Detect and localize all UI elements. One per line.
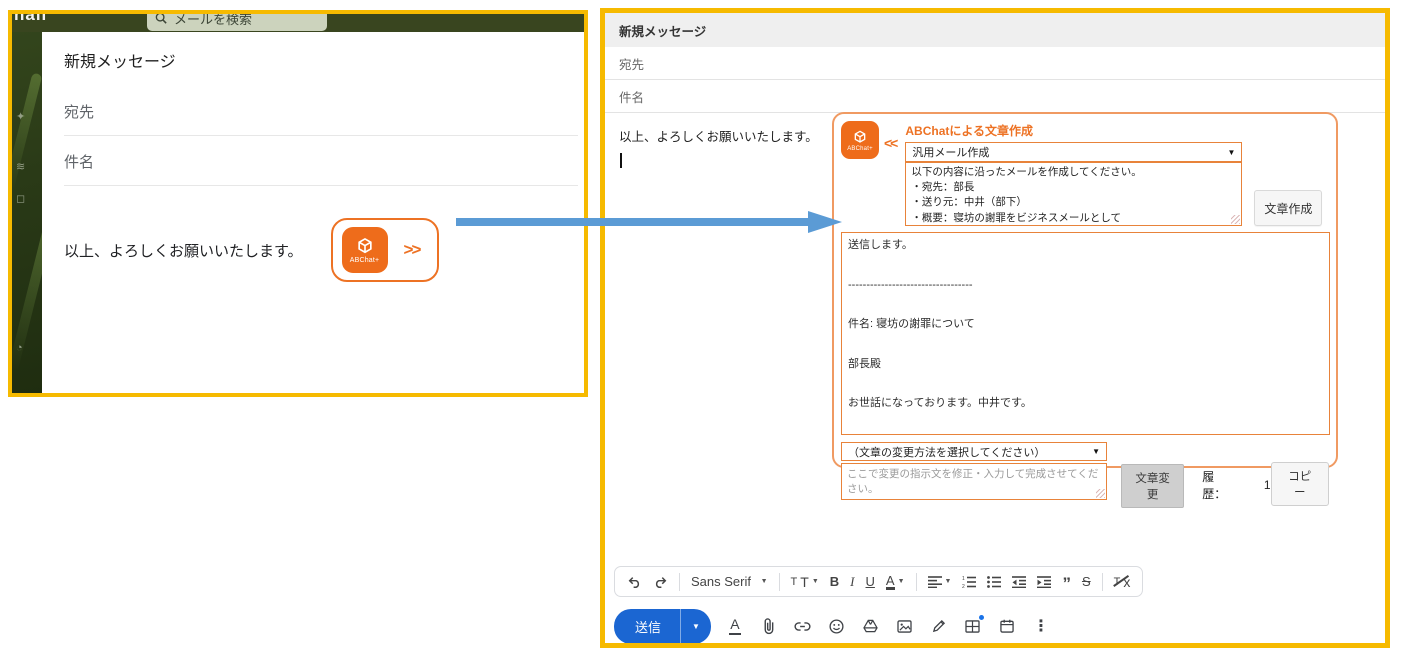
- abchat-app-icon: ABChat+: [342, 227, 388, 273]
- copy-button[interactable]: コピー: [1271, 462, 1329, 506]
- modify-method-select[interactable]: （文章の変更方法を選択してください） ▼: [841, 442, 1107, 461]
- abchat-app-icon: ABChat+: [841, 121, 879, 159]
- bulleted-list-icon[interactable]: [987, 576, 1001, 588]
- chevron-down-icon: ▼: [945, 578, 952, 585]
- quote-icon[interactable]: ”: [1062, 581, 1071, 588]
- redo-icon[interactable]: [653, 575, 668, 589]
- compose-title: 新規メッセージ: [64, 32, 578, 86]
- font-size-select[interactable]: TT▼: [791, 574, 819, 590]
- modify-instruction-textarea[interactable]: [841, 463, 1107, 500]
- send-button[interactable]: 送信 ▼: [614, 609, 711, 644]
- notification-dot: [979, 615, 984, 620]
- gmail-sidebar-fragment: ✦ ≋ ◻ ◔: [12, 32, 42, 393]
- insert-photo-icon[interactable]: [895, 615, 915, 637]
- attach-file-icon[interactable]: [759, 615, 779, 637]
- modify-method-value: （文章の変更方法を選択してください）: [848, 444, 1045, 460]
- abchat-icon-label: ABChat+: [847, 146, 873, 152]
- svg-text:2: 2: [962, 584, 965, 588]
- send-row: 送信 ▼ A ⋮: [614, 608, 1051, 644]
- align-icon[interactable]: ▼: [928, 576, 952, 588]
- compose-title: 新規メッセージ: [605, 13, 1385, 47]
- compose-window: 新規メッセージ 宛先 件名 以上、よろしくお願いいたします。 ABChat+ <…: [605, 13, 1385, 643]
- expand-chevrons[interactable]: >>: [404, 240, 420, 260]
- insert-emoji-icon[interactable]: [827, 615, 847, 637]
- text-cursor: [620, 153, 622, 168]
- abchat-launcher-button[interactable]: ABChat+ >>: [331, 218, 440, 282]
- table-icon[interactable]: [963, 615, 983, 637]
- numbered-list-icon[interactable]: 12: [962, 576, 976, 588]
- subject-field[interactable]: 件名: [64, 136, 578, 186]
- formatting-toolbar: Sans Serif ▼ TT▼ B I U A▼ ▼ 12 ” S Tx: [614, 566, 1143, 597]
- to-field[interactable]: 宛先: [64, 86, 578, 136]
- strikethrough-icon[interactable]: S: [1082, 574, 1091, 589]
- indent-decrease-icon[interactable]: [1012, 576, 1026, 588]
- formatting-options-icon[interactable]: A: [725, 615, 745, 637]
- sidebar-glyph: ◻: [16, 192, 25, 205]
- sidebar-glyph: ◔: [16, 342, 23, 354]
- indent-increase-icon[interactable]: [1037, 576, 1051, 588]
- cube-icon: [355, 236, 375, 256]
- generate-button[interactable]: 文章作成: [1254, 190, 1322, 226]
- undo-icon[interactable]: [627, 575, 642, 589]
- to-field[interactable]: 宛先: [605, 47, 1385, 80]
- template-select-value: 汎用メール作成: [912, 144, 989, 160]
- send-label[interactable]: 送信: [614, 609, 680, 644]
- bold-icon[interactable]: B: [830, 574, 839, 589]
- tutorial-canvas: nail メールを検索 ✦ ≋ ◻ ◔ 新規メッセージ 宛先 件名 以上、よろし…: [0, 0, 1409, 653]
- gmail-background-topbar: nail メールを検索: [12, 14, 584, 32]
- text-color-icon[interactable]: A▼: [886, 574, 905, 590]
- italic-icon[interactable]: I: [850, 574, 854, 590]
- pen-icon[interactable]: [929, 615, 949, 637]
- abchat-panel-title: ABChatによる文章作成: [905, 122, 1329, 139]
- more-options-icon[interactable]: ⋮: [1031, 615, 1051, 637]
- underline-icon[interactable]: U: [866, 574, 875, 589]
- insert-drive-icon[interactable]: [861, 615, 881, 637]
- abchat-icon-label: ABChat+: [350, 257, 380, 264]
- modify-button[interactable]: 文章変更: [1121, 464, 1184, 508]
- cube-icon: [852, 129, 868, 145]
- collapse-chevrons[interactable]: <<: [884, 135, 896, 151]
- flow-arrow: [452, 206, 844, 238]
- template-select[interactable]: 汎用メール作成 ▼: [905, 142, 1242, 162]
- chevron-down-icon: ▼: [812, 578, 819, 585]
- history-value: 1: [1264, 478, 1271, 492]
- right-capture-panel: 新規メッセージ 宛先 件名 以上、よろしくお願いいたします。 ABChat+ <…: [600, 8, 1390, 648]
- search-icon: [155, 14, 167, 24]
- clear-formatting-icon[interactable]: Tx: [1114, 574, 1131, 590]
- left-capture-panel: nail メールを検索 ✦ ≋ ◻ ◔ 新規メッセージ 宛先 件名 以上、よろし…: [8, 10, 588, 397]
- chevron-down-icon: ▼: [898, 578, 905, 585]
- insert-link-icon[interactable]: [793, 615, 813, 637]
- chevron-down-icon: ▼: [1227, 148, 1235, 157]
- chevron-down-icon: ▼: [761, 578, 768, 585]
- search-placeholder: メールを検索: [174, 14, 252, 28]
- compose-body-text[interactable]: 以上、よろしくお願いいたします。: [64, 240, 303, 261]
- gmail-search-bar[interactable]: メールを検索: [147, 14, 327, 31]
- gmail-logo-fragment: nail: [14, 14, 47, 25]
- abchat-panel: ABChat+ << ABChatによる文章作成 汎用メール作成 ▼ 以下の内容…: [832, 112, 1338, 468]
- prompt-textarea[interactable]: 以下の内容に沿ったメールを作成してください。 ・宛先：部長 ・送り元：中井（部下…: [905, 162, 1242, 226]
- subject-field[interactable]: 件名: [605, 80, 1385, 113]
- calendar-icon[interactable]: [997, 615, 1017, 637]
- history-label: 履歴：: [1202, 468, 1234, 502]
- generated-text-area[interactable]: 送信します。 ---------------------------------…: [841, 232, 1330, 435]
- chevron-down-icon: ▼: [1092, 447, 1100, 456]
- sidebar-glyph: ≋: [16, 160, 25, 173]
- send-options-button[interactable]: ▼: [680, 609, 711, 644]
- sidebar-glyph: ✦: [16, 110, 25, 123]
- svg-text:1: 1: [962, 576, 965, 582]
- font-family-select[interactable]: Sans Serif ▼: [691, 574, 768, 589]
- chevron-down-icon: ▼: [692, 622, 700, 631]
